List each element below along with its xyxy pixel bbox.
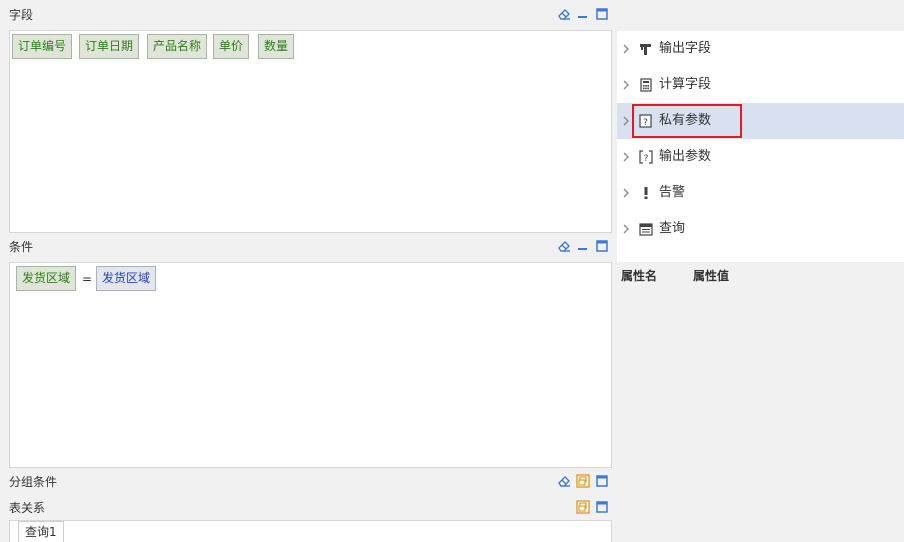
- conditions-tools: [557, 232, 609, 260]
- maximize-icon[interactable]: [595, 7, 609, 21]
- condition-right-operand[interactable]: 发货区域: [96, 266, 157, 291]
- condition-operator[interactable]: =: [82, 272, 92, 286]
- chevron-right-icon[interactable]: [622, 43, 630, 55]
- group-header: 分组条件: [0, 468, 617, 494]
- field-chip-unit-price[interactable]: 单价: [213, 34, 250, 59]
- fields-title: 字段: [9, 7, 34, 22]
- query-icon: [638, 221, 654, 237]
- chevron-right-icon[interactable]: [622, 223, 630, 235]
- tree-item-computed-fields[interactable]: 计算字段: [617, 67, 904, 103]
- calculator-icon: [638, 77, 654, 93]
- properties-header: 属性名 属性值: [617, 266, 904, 286]
- eraser-icon[interactable]: [557, 7, 571, 21]
- private-param-icon: ?: [638, 113, 654, 129]
- field-chip-product-name[interactable]: 产品名称: [147, 34, 208, 59]
- group-tools: [557, 468, 609, 494]
- conditions-header: 条件: [0, 232, 617, 260]
- condition-left-operand[interactable]: 发货区域: [16, 266, 77, 291]
- tree-item-query[interactable]: 查询: [617, 211, 904, 247]
- output-field-icon: [638, 41, 654, 57]
- fields-panel[interactable]: 订单编号 订单日期 产品名称 单价 数量: [9, 30, 612, 233]
- tree-item-label: 计算字段: [659, 77, 712, 92]
- field-chip-order-number[interactable]: 订单编号: [12, 34, 73, 59]
- svg-text:?: ?: [643, 118, 648, 128]
- relations-header: 表关系: [0, 494, 617, 520]
- tree-item-label: 输出字段: [659, 41, 712, 56]
- svg-text:?: ?: [644, 154, 649, 164]
- chevron-right-icon[interactable]: [622, 187, 630, 199]
- restore-icon[interactable]: [576, 474, 590, 488]
- tree-item-output-fields[interactable]: 输出字段: [617, 31, 904, 67]
- tree-item-label: 查询: [659, 221, 686, 236]
- tree-item-alert[interactable]: 告警: [617, 175, 904, 211]
- property-name-column: 属性名: [621, 269, 658, 283]
- maximize-icon[interactable]: [595, 239, 609, 253]
- field-chip-order-date[interactable]: 订单日期: [79, 34, 140, 59]
- property-value-column: 属性值: [693, 269, 730, 283]
- relations-panel[interactable]: [9, 520, 612, 542]
- relations-title: 表关系: [9, 500, 46, 515]
- chevron-right-icon[interactable]: [622, 79, 630, 91]
- minimize-icon[interactable]: [576, 7, 590, 21]
- field-chip-quantity[interactable]: 数量: [258, 34, 295, 59]
- fields-header: 字段: [0, 0, 617, 28]
- minimize-icon[interactable]: [576, 239, 590, 253]
- chevron-right-icon[interactable]: [622, 151, 630, 163]
- group-title: 分组条件: [9, 474, 58, 489]
- eraser-icon[interactable]: [557, 474, 571, 488]
- conditions-panel[interactable]: 发货区域 = 发货区域: [9, 262, 612, 468]
- restore-icon[interactable]: [576, 500, 590, 514]
- tree-item-private-params[interactable]: ? 私有参数: [617, 103, 904, 139]
- alert-icon: [638, 185, 654, 201]
- tree-item-output-params[interactable]: ? 输出参数: [617, 139, 904, 175]
- designer-right-area: 输出字段 计算字段 ? 私有参数 ? 输出参数 告警 查询 属性名 属性值: [617, 0, 904, 542]
- designer-left-area: 字段 订单编号 订单日期 产品名称 单价 数量 条件 发货区域 = 发货区域 分…: [0, 0, 617, 542]
- query-designer: 字段 订单编号 订单日期 产品名称 单价 数量 条件 发货区域 = 发货区域 分…: [0, 0, 904, 542]
- tree-item-label: 私有参数: [659, 113, 712, 128]
- tree-item-label: 告警: [659, 185, 686, 200]
- relations-tools: [576, 494, 609, 520]
- maximize-icon[interactable]: [595, 500, 609, 514]
- maximize-icon[interactable]: [595, 474, 609, 488]
- node-tree: 输出字段 计算字段 ? 私有参数 ? 输出参数 告警 查询: [617, 31, 904, 262]
- eraser-icon[interactable]: [557, 239, 571, 253]
- chevron-right-icon[interactable]: [622, 115, 630, 127]
- tab-query1[interactable]: 查询1: [18, 521, 64, 542]
- conditions-title: 条件: [9, 239, 34, 254]
- output-param-icon: ?: [638, 149, 654, 165]
- tree-item-label: 输出参数: [659, 149, 712, 164]
- fields-tools: [557, 0, 609, 28]
